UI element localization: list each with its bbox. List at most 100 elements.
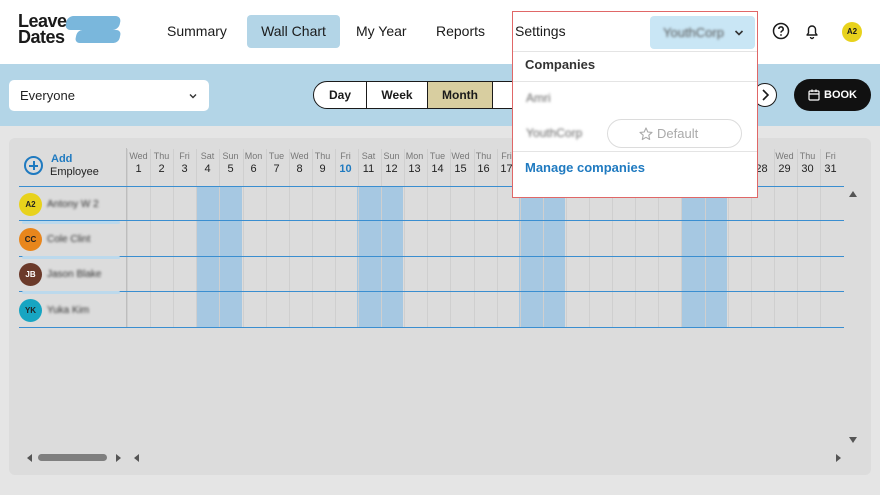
- day-of-week: Sun: [383, 151, 400, 161]
- company-option-2[interactable]: YouthCorp: [526, 126, 582, 140]
- day-header[interactable]: Thu 9: [311, 151, 334, 176]
- day-number: 16: [477, 163, 490, 175]
- day-number: 9: [319, 163, 326, 175]
- day-header[interactable]: Mon 13: [403, 151, 426, 176]
- employee-row[interactable]: YK Yuka Kim: [19, 299, 124, 325]
- add-employee-button[interactable]: Add Employee: [24, 152, 124, 182]
- plus-circle-icon: [24, 156, 43, 175]
- day-of-week: Mon: [405, 151, 424, 161]
- current-company-name: YouthCorp: [663, 25, 724, 40]
- grid-scroll-left-icon[interactable]: [133, 454, 141, 462]
- scroll-left-icon[interactable]: [26, 454, 34, 462]
- day-header[interactable]: Fri 31: [819, 151, 842, 176]
- allowance-bar: [22, 221, 120, 224]
- row-separator: [19, 327, 844, 328]
- logo-brush-mark-lower: [74, 30, 122, 43]
- employee-name: Yuka Kim: [47, 305, 90, 316]
- leave-dates-logo[interactable]: Leave Dates: [18, 11, 128, 47]
- day-of-week: Wed: [129, 151, 148, 161]
- day-header[interactable]: Thu 2: [150, 151, 173, 176]
- company-settings-dropdown: Settings YouthCorp Companies Amri YouthC…: [512, 11, 758, 198]
- set-default-button[interactable]: Default: [607, 119, 742, 148]
- scroll-up-icon[interactable]: [848, 190, 858, 198]
- add-employee-label-line2: Employee: [50, 166, 99, 178]
- team-filter-select[interactable]: Everyone: [9, 80, 209, 111]
- day-of-week: Wed: [290, 151, 309, 161]
- day-header[interactable]: Fri 10: [334, 151, 357, 176]
- row-separator: [19, 256, 844, 257]
- day-number: 14: [431, 163, 444, 175]
- day-header[interactable]: Sun 5: [219, 151, 242, 176]
- scroll-right-icon[interactable]: [114, 454, 122, 462]
- day-header[interactable]: Wed 8: [288, 151, 311, 176]
- day-of-week: Fri: [825, 151, 836, 161]
- day-of-week: Sat: [361, 151, 376, 161]
- day-of-week: Fri: [179, 151, 190, 161]
- allowance-bar: [22, 291, 120, 294]
- day-header[interactable]: Thu 16: [472, 151, 495, 176]
- day-of-week: Sat: [200, 151, 215, 161]
- employee-row[interactable]: CC Cole Clint: [19, 228, 124, 259]
- day-header[interactable]: Mon 6: [242, 151, 265, 176]
- day-header[interactable]: Wed 29: [773, 151, 796, 176]
- day-number: 7: [273, 163, 280, 175]
- nav-my-year[interactable]: My Year: [344, 15, 419, 48]
- scroll-down-icon[interactable]: [848, 436, 858, 444]
- day-of-week: Thu: [314, 151, 331, 161]
- day-number: 2: [158, 163, 165, 175]
- chevron-down-icon: [734, 30, 744, 36]
- nav-summary[interactable]: Summary: [155, 15, 239, 48]
- companies-heading: Companies: [525, 57, 596, 72]
- day-number: 13: [408, 163, 421, 175]
- team-filter-value: Everyone: [20, 88, 75, 103]
- company-switcher-button[interactable]: YouthCorp: [650, 16, 755, 49]
- day-of-week: Fri: [340, 151, 351, 161]
- employee-avatar: JB: [19, 263, 42, 286]
- employee-name: Antony W 2: [47, 199, 99, 210]
- logo-brush-mark: [64, 16, 122, 30]
- view-mode-extra[interactable]: [492, 81, 514, 109]
- day-header[interactable]: Sat 11: [357, 151, 380, 176]
- employee-avatar: YK: [19, 299, 42, 322]
- day-header[interactable]: Thu 30: [796, 151, 819, 176]
- row-separator: [19, 220, 844, 221]
- day-number: 10: [339, 163, 352, 175]
- add-employee-label-line1: Add: [51, 153, 73, 165]
- day-header[interactable]: Sat 4: [196, 151, 219, 176]
- day-header[interactable]: Tue 7: [265, 151, 288, 176]
- dropdown-header: Settings YouthCorp: [513, 12, 757, 52]
- help-circle-icon[interactable]: [772, 22, 790, 40]
- day-number: 1: [135, 163, 142, 175]
- day-header[interactable]: Wed 1: [127, 151, 150, 176]
- view-mode-day[interactable]: Day: [313, 81, 367, 109]
- employee-row[interactable]: JB Jason Blake: [19, 263, 124, 294]
- calendar-icon: [808, 89, 820, 101]
- nav-wall-chart[interactable]: Wall Chart: [247, 15, 340, 48]
- day-of-week: Thu: [799, 151, 816, 161]
- company-option-1[interactable]: Amri: [526, 91, 551, 105]
- set-default-label: Default: [657, 126, 699, 141]
- divider: [513, 81, 757, 82]
- chevron-down-icon: [189, 94, 197, 99]
- day-header[interactable]: Tue 14: [426, 151, 449, 176]
- manage-companies-link[interactable]: Manage companies: [525, 160, 645, 175]
- day-header[interactable]: Fri 3: [173, 151, 196, 176]
- day-header[interactable]: Wed 15: [449, 151, 472, 176]
- employee-avatar: A2: [19, 193, 42, 216]
- day-number: 5: [227, 163, 234, 175]
- day-header[interactable]: Sun 12: [380, 151, 403, 176]
- nav-reports[interactable]: Reports: [424, 15, 497, 48]
- day-of-week: Tue: [268, 151, 285, 161]
- bell-icon[interactable]: [803, 22, 821, 40]
- day-of-week: Wed: [451, 151, 470, 161]
- names-horizontal-scrollbar-thumb[interactable]: [38, 454, 107, 461]
- employee-row[interactable]: A2 Antony W 2: [19, 193, 124, 224]
- nav-settings[interactable]: Settings: [515, 23, 566, 39]
- book-button[interactable]: BOOK: [794, 79, 871, 111]
- user-avatar[interactable]: A2: [842, 22, 862, 42]
- weekend-shading: [357, 186, 403, 328]
- view-mode-week[interactable]: Week: [366, 81, 428, 109]
- grid-scroll-right-icon[interactable]: [834, 454, 842, 462]
- day-of-week: Wed: [775, 151, 794, 161]
- view-mode-month[interactable]: Month: [427, 81, 493, 109]
